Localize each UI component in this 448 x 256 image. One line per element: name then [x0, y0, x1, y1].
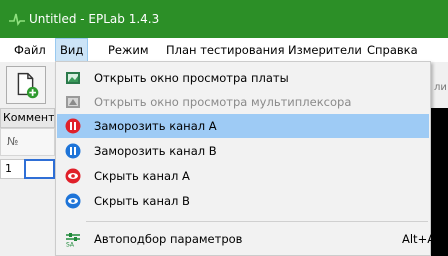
- menu-item-hide-channel-a[interactable]: Скрыть канал A: [57, 164, 429, 188]
- menu-item-freeze-channel-b[interactable]: Заморозить канал B: [57, 139, 429, 163]
- pause-blue-icon: [65, 143, 81, 159]
- menu-file[interactable]: Файл: [10, 38, 50, 62]
- menu-item-label: Скрыть канал B: [94, 194, 190, 208]
- comment-column-label: Комментарий: [0, 108, 55, 128]
- eye-blue-icon: [65, 193, 81, 209]
- table-header-number: №: [0, 128, 55, 156]
- menu-help[interactable]: Справка: [363, 38, 422, 62]
- multiplexer-view-icon: [66, 96, 80, 108]
- eye-red-icon: [65, 168, 81, 184]
- new-file-button[interactable]: [6, 66, 46, 104]
- menu-item-auto-params[interactable]: SA Автоподбор параметров Alt+A: [57, 227, 435, 251]
- menu-item-label: Открыть окно просмотра мультиплексора: [94, 95, 352, 109]
- menu-test-plan[interactable]: План тестирования: [162, 38, 289, 62]
- menu-meters[interactable]: Измерители: [284, 38, 366, 62]
- menu-item-open-board-view[interactable]: Открыть окно просмотра платы: [57, 66, 429, 90]
- menu-item-hide-channel-b[interactable]: Скрыть канал B: [57, 189, 429, 213]
- title-bar: Untitled - EPLab 1.4.3: [0, 0, 448, 38]
- menu-item-label: Заморозить канал A: [94, 119, 217, 133]
- view-menu-dropdown: Открыть окно просмотра платы Открыть окн…: [55, 61, 435, 256]
- menu-separator: [86, 221, 428, 222]
- toolbar-partial-label: ли: [434, 82, 447, 93]
- svg-text:SA: SA: [66, 242, 75, 248]
- auto-params-icon: SA: [66, 233, 80, 248]
- menu-item-label: Заморозить канал B: [94, 144, 217, 158]
- table-selected-cell[interactable]: [24, 159, 55, 179]
- menu-view[interactable]: Вид: [55, 38, 89, 62]
- menu-item-label: Открыть окно просмотра платы: [94, 71, 289, 85]
- menu-bar: Файл Вид Режим План тестирования Измерит…: [0, 38, 448, 62]
- app-logo-icon: [9, 13, 25, 27]
- menu-item-label: Скрыть канал A: [94, 169, 190, 183]
- menu-mode[interactable]: Режим: [104, 38, 153, 62]
- menu-item-label: Автоподбор параметров: [94, 232, 243, 246]
- window-title: Untitled - EPLab 1.4.3: [29, 12, 160, 26]
- menu-item-shortcut: Alt+A: [402, 232, 436, 246]
- menu-item-freeze-channel-a[interactable]: Заморозить канал A: [57, 114, 429, 138]
- pause-red-icon: [65, 118, 81, 134]
- board-view-icon: [66, 72, 80, 84]
- new-document-icon: [17, 72, 39, 99]
- menu-item-open-multiplexer-view[interactable]: Открыть окно просмотра мультиплексора: [57, 90, 429, 114]
- left-panel-empty: [0, 179, 55, 256]
